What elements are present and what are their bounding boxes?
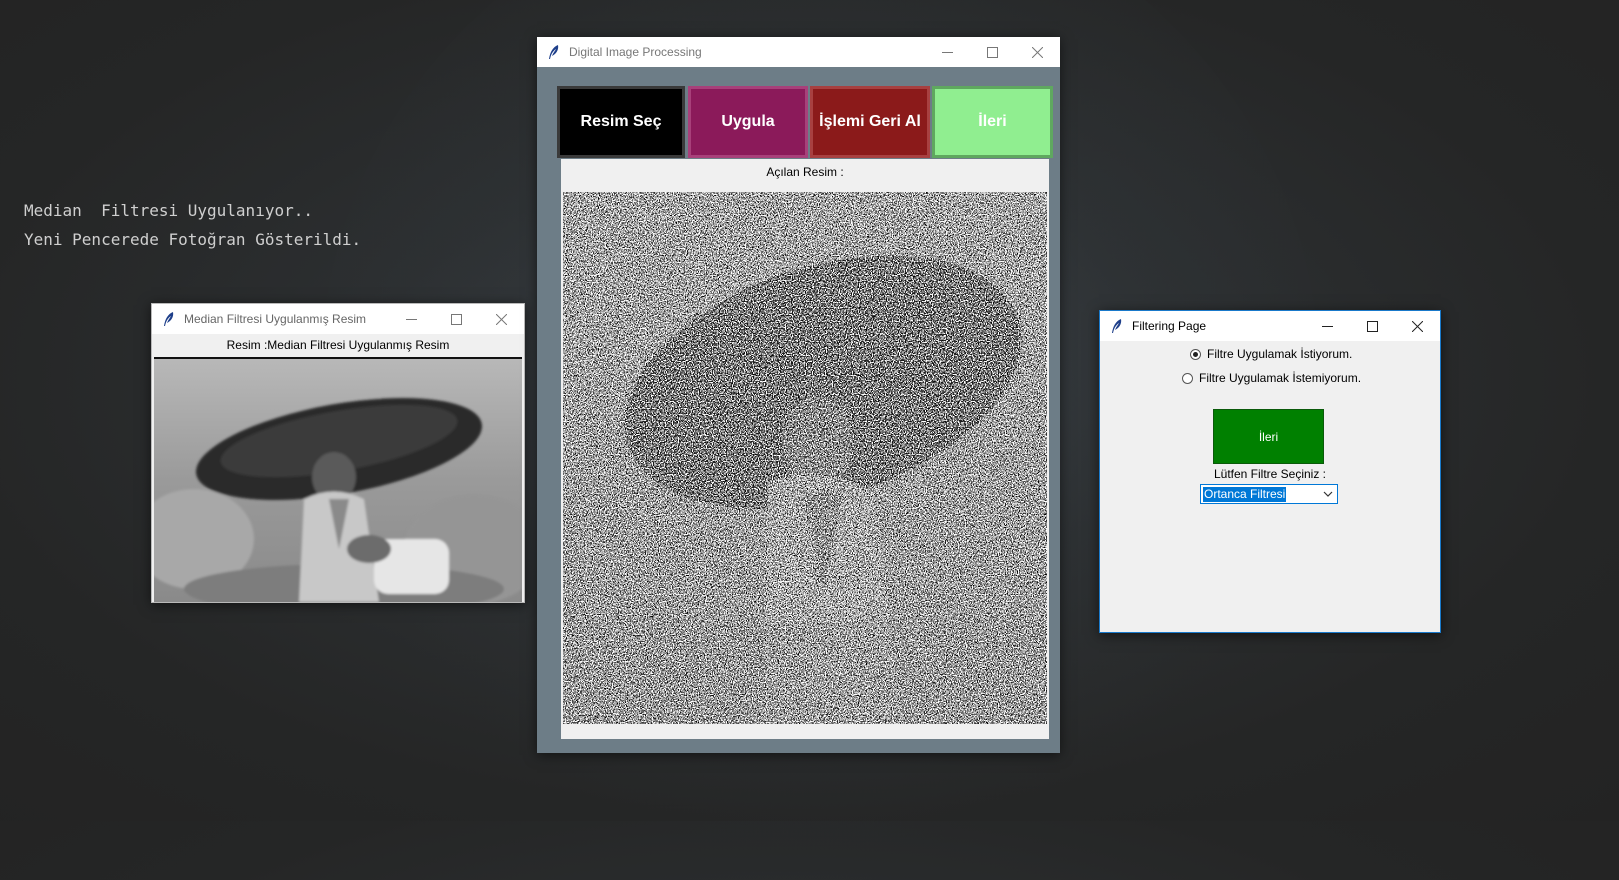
- next-button[interactable]: İleri: [932, 86, 1053, 158]
- maximize-button[interactable]: [1350, 311, 1395, 341]
- radio-apply-filter[interactable]: Filtre Uygulamak İstiyorum.: [1190, 347, 1352, 361]
- median-result-window: Median Filtresi Uygulanmış Resim Resim :…: [151, 303, 525, 603]
- maximize-button[interactable]: [970, 37, 1015, 67]
- window-title: Filtering Page: [1132, 319, 1207, 333]
- console-output: Median Filtresi Uygulanıyor.. Yeni Pencer…: [24, 196, 361, 254]
- undo-button[interactable]: İşlemi Geri Al: [810, 86, 930, 158]
- console-line-1: Median Filtresi Uygulanıyor..: [24, 201, 313, 220]
- image-caption: Açılan Resim :: [766, 165, 844, 179]
- close-icon: [1032, 46, 1043, 58]
- title-bar[interactable]: Median Filtresi Uygulanmış Resim: [152, 304, 524, 334]
- chevron-down-icon[interactable]: [1323, 489, 1333, 499]
- close-icon: [1412, 320, 1423, 332]
- minimize-button[interactable]: [1305, 311, 1350, 341]
- minimize-button[interactable]: [389, 304, 434, 334]
- selected-filter: Ortanca Filtresi: [1203, 486, 1287, 502]
- feather-icon: [549, 45, 559, 59]
- filtering-page-window: Filtering Page Filtre Uygulamak İstiyoru…: [1099, 310, 1441, 633]
- close-button[interactable]: [1015, 37, 1060, 67]
- title-bar[interactable]: Digital Image Processing: [537, 37, 1060, 67]
- radio-label: Filtre Uygulamak İstemiyorum.: [1199, 371, 1362, 385]
- image-panel: Açılan Resim :: [561, 159, 1049, 739]
- apply-button[interactable]: Uygula: [688, 86, 808, 158]
- minimize-icon: [942, 51, 953, 53]
- minimize-icon: [1322, 325, 1333, 327]
- minimize-button[interactable]: [925, 37, 970, 67]
- filter-combobox[interactable]: Ortanca Filtresi: [1200, 484, 1338, 504]
- feather-icon: [1112, 319, 1122, 333]
- noisy-image: [563, 192, 1047, 724]
- radio-label: Filtre Uygulamak İstiyorum.: [1207, 347, 1353, 361]
- filter-select-label: Lütfen Filtre Seçiniz :: [1213, 467, 1327, 481]
- maximize-icon: [987, 46, 998, 58]
- maximize-button[interactable]: [434, 304, 479, 334]
- window-title: Digital Image Processing: [569, 45, 702, 59]
- next-button[interactable]: İleri: [1213, 409, 1324, 464]
- main-window: Digital Image Processing Resim Seç Uygul…: [537, 37, 1060, 753]
- console-line-2: Yeni Pencerede Fotoğran Gösterildi.: [24, 230, 362, 249]
- radio-no-filter[interactable]: Filtre Uygulamak İstemiyorum.: [1182, 371, 1361, 385]
- close-icon: [496, 313, 507, 325]
- minimize-icon: [406, 318, 417, 320]
- title-bar[interactable]: Filtering Page: [1100, 311, 1440, 341]
- close-button[interactable]: [479, 304, 524, 334]
- maximize-icon: [1367, 320, 1378, 332]
- feather-icon: [164, 312, 174, 326]
- close-button[interactable]: [1395, 311, 1440, 341]
- select-image-button[interactable]: Resim Seç: [557, 86, 685, 158]
- image-caption: Resim :Median Filtresi Uygulanmış Resim: [226, 338, 450, 352]
- window-title: Median Filtresi Uygulanmış Resim: [184, 312, 367, 326]
- filtered-image: [154, 357, 522, 602]
- radio-button-checked[interactable]: [1190, 348, 1201, 360]
- maximize-icon: [451, 313, 462, 325]
- radio-button-unchecked[interactable]: [1182, 372, 1193, 384]
